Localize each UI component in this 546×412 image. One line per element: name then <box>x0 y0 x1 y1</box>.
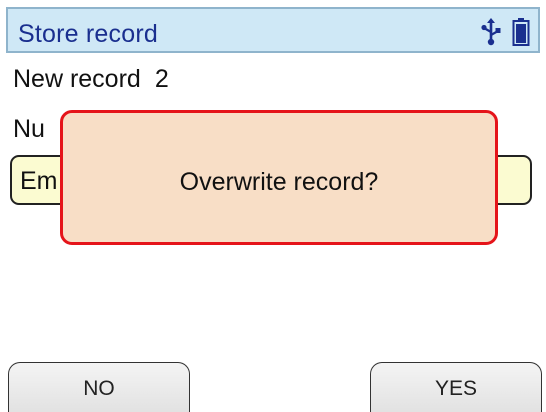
usb-icon <box>481 18 501 46</box>
overwrite-dialog: Overwrite record? <box>60 110 498 245</box>
title-bar: Store record <box>6 7 540 53</box>
store-record-screen: Store record New record 2 Nu Em Overwrit… <box>0 0 546 412</box>
no-button[interactable]: NO <box>8 362 190 412</box>
new-record-row: New record 2 <box>13 65 169 94</box>
new-record-label: New record <box>13 65 141 93</box>
battery-icon <box>512 18 530 46</box>
yes-button-label: YES <box>434 377 478 400</box>
record-name-field-text: Em <box>20 167 58 195</box>
number-row-label: Nu <box>13 115 45 143</box>
dialog-message: Overwrite record? <box>179 168 379 196</box>
no-button-label: NO <box>83 377 115 400</box>
new-record-value: 2 <box>154 65 169 93</box>
yes-button[interactable]: YES <box>370 362 542 412</box>
page-title: Store record <box>18 20 158 48</box>
